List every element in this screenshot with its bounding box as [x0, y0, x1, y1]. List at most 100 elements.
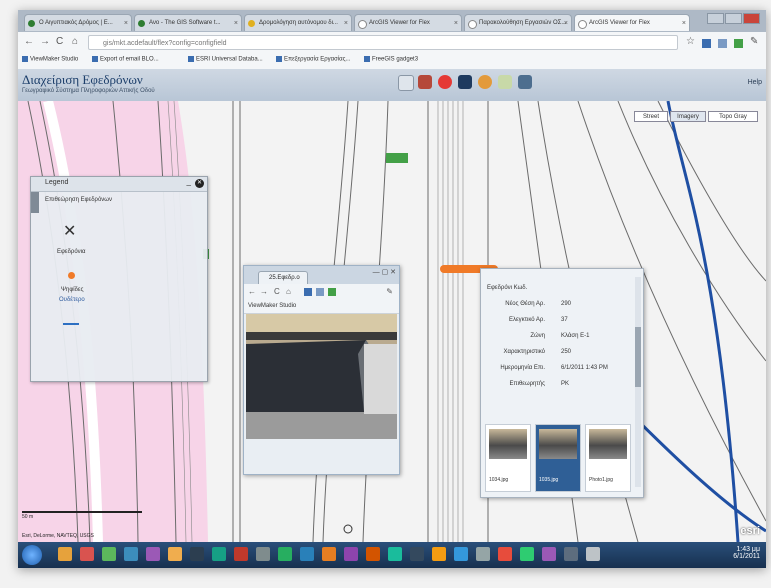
- help-link[interactable]: Help: [748, 79, 762, 86]
- photo-thumbnail-selected[interactable]: 1035.jpg: [535, 424, 581, 492]
- extension-icon[interactable]: [304, 288, 312, 296]
- close-icon[interactable]: ×: [124, 15, 128, 31]
- popup-scrollbar[interactable]: [635, 277, 641, 487]
- bookmark-icon: [188, 56, 194, 62]
- back-arrow-icon[interactable]: ←: [248, 287, 256, 296]
- star-icon[interactable]: ☆: [686, 36, 695, 47]
- extension-icon[interactable]: [316, 288, 324, 296]
- browser-tab[interactable]: Ανο - The GIS Software t... ×: [134, 14, 242, 31]
- taskbar-app-icon[interactable]: [278, 547, 292, 561]
- taskbar-app-icon[interactable]: [344, 547, 358, 561]
- attribute-value: ΡΚ: [561, 381, 570, 387]
- bookmark-item[interactable]: Επεξεργασία Εργασίας...: [276, 56, 351, 63]
- taskbar-app-icon[interactable]: [432, 547, 446, 561]
- extension-icon[interactable]: [328, 288, 336, 296]
- photo-window-tabbar: 25.Εφεδρ.ο — ▢ ✕: [244, 266, 399, 284]
- extension-icon[interactable]: [734, 39, 743, 48]
- bookmark-tool-icon[interactable]: [418, 75, 432, 89]
- photo-thumbnail[interactable]: Photo1.jpg: [585, 424, 631, 492]
- layer-list-icon[interactable]: [398, 75, 414, 91]
- forward-arrow-icon[interactable]: →: [260, 287, 268, 296]
- basemap-topo-button[interactable]: Topo Gray: [708, 111, 758, 122]
- browser-tab[interactable]: ArcGIS Viewer for Flex ×: [354, 14, 462, 31]
- basemap-imagery-button[interactable]: Imagery: [670, 111, 706, 122]
- home-icon[interactable]: ⌂: [286, 287, 291, 296]
- browser-tab[interactable]: Παρακολούθηση Εργασιών ΟΣ... ×: [464, 14, 572, 31]
- taskbar-app-icon[interactable]: [102, 547, 116, 561]
- bookmark-item[interactable]: ViewMaker Studio: [22, 56, 78, 63]
- minimize-icon[interactable]: _: [187, 177, 191, 186]
- photo-window-tab[interactable]: 25.Εφεδρ.ο: [258, 271, 308, 284]
- attribute-key: Εφεδρόνι Κωδ.: [487, 285, 528, 291]
- close-icon[interactable]: ×: [564, 15, 568, 31]
- taskbar-app-icon[interactable]: [234, 547, 248, 561]
- extension-icon[interactable]: [702, 39, 711, 48]
- scrollbar-thumb[interactable]: [635, 327, 641, 387]
- taskbar-app-icon[interactable]: [586, 547, 600, 561]
- taskbar-app-icon[interactable]: [300, 547, 314, 561]
- browser-tab[interactable]: Δρομολόγηση αυτόνομου δι... ×: [244, 14, 352, 31]
- app-header: Διαχείριση Εφεδρόνων Γεωγραφικό Σύστημα …: [18, 69, 766, 102]
- bookmark-item[interactable]: ViewMaker Studio: [248, 303, 296, 309]
- print-tool-icon[interactable]: [458, 75, 472, 89]
- close-icon[interactable]: ×: [454, 15, 458, 31]
- taskbar-app-icon[interactable]: [168, 547, 182, 561]
- close-icon[interactable]: ×: [344, 15, 348, 31]
- system-clock[interactable]: 1:43 μμ 6/1/2011: [733, 546, 760, 560]
- legend-panel: Legend _ ✕ Επιθεώρηση Εφεδρόνων ✕ Εφεδρό…: [30, 176, 208, 382]
- close-icon[interactable]: ×: [682, 15, 686, 31]
- minimize-button[interactable]: [707, 13, 724, 24]
- photo-thumbnail[interactable]: 1034.jpg: [485, 424, 531, 492]
- taskbar-app-icon[interactable]: [256, 547, 270, 561]
- reload-icon[interactable]: C: [274, 287, 280, 296]
- browser-tab-active[interactable]: ArcGIS Viewer for Flex ×: [574, 14, 690, 31]
- start-button[interactable]: [22, 545, 42, 565]
- search-tool-icon[interactable]: [478, 75, 492, 89]
- scale-label: 50 m: [22, 514, 34, 520]
- bookmark-item[interactable]: FreeGIS gadget3: [364, 56, 418, 63]
- taskbar-app-icon[interactable]: [80, 547, 94, 561]
- taskbar-app-icon[interactable]: [454, 547, 468, 561]
- back-arrow-icon[interactable]: ←: [24, 36, 34, 47]
- measure-tool-icon[interactable]: [518, 75, 532, 89]
- browser-tab[interactable]: Ο Αιγυπτιακός Δρόμος | Ε... ×: [24, 14, 132, 31]
- tab-label: ArcGIS Viewer for Flex: [589, 20, 650, 26]
- reload-icon[interactable]: C: [56, 36, 63, 47]
- bookmark-item[interactable]: Export of email BLO...: [92, 56, 159, 63]
- taskbar-app-icon[interactable]: [58, 547, 72, 561]
- taskbar-app-icon[interactable]: [388, 547, 402, 561]
- taskbar-app-icon[interactable]: [366, 547, 380, 561]
- taskbar-app-icon[interactable]: [212, 547, 226, 561]
- bookmark-item[interactable]: ESRI Universal Databa...: [188, 56, 263, 63]
- maximize-button[interactable]: [725, 13, 742, 24]
- taskbar-app-icon[interactable]: [476, 547, 490, 561]
- close-icon[interactable]: ✕: [195, 179, 204, 188]
- forward-arrow-icon[interactable]: →: [40, 36, 50, 47]
- taskbar-app-icon[interactable]: [190, 547, 204, 561]
- window-controls-icon[interactable]: — ▢ ✕: [373, 268, 396, 276]
- wrench-icon[interactable]: ✎: [750, 36, 758, 47]
- taskbar-app-icon[interactable]: [542, 547, 556, 561]
- taskbar-app-icon[interactable]: [520, 547, 534, 561]
- window-close-button[interactable]: [743, 13, 760, 24]
- taskbar-app-icon[interactable]: [410, 547, 424, 561]
- attribute-key: Ελεγκτικό Αρ.: [508, 317, 545, 323]
- thumbnail-caption: 1035.jpg: [539, 477, 559, 483]
- draw-tool-icon[interactable]: [498, 75, 512, 89]
- extension-icon[interactable]: [718, 39, 727, 48]
- attribute-value: Κλάση Ε-1: [561, 333, 590, 339]
- taskbar-app-icon[interactable]: [322, 547, 336, 561]
- url-input[interactable]: gis/mkt.acdefault/flex?config=configfiel…: [88, 35, 678, 50]
- home-icon[interactable]: ⌂: [72, 36, 78, 47]
- map-view[interactable]: Street Imagery Topo Gray Legend _ ✕ Επιθ…: [18, 101, 766, 542]
- line-symbol-icon: [63, 323, 79, 325]
- close-icon[interactable]: ×: [234, 15, 238, 31]
- wrench-icon[interactable]: ✎: [386, 287, 393, 296]
- taskbar-app-icon[interactable]: [498, 547, 512, 561]
- taskbar-app-icon[interactable]: [146, 547, 160, 561]
- taskbar-app-icon[interactable]: [124, 547, 138, 561]
- target-tool-icon[interactable]: [438, 75, 452, 89]
- basemap-street-button[interactable]: Street: [634, 111, 668, 122]
- taskbar-app-icon[interactable]: [564, 547, 578, 561]
- photo-drawing: [246, 314, 397, 439]
